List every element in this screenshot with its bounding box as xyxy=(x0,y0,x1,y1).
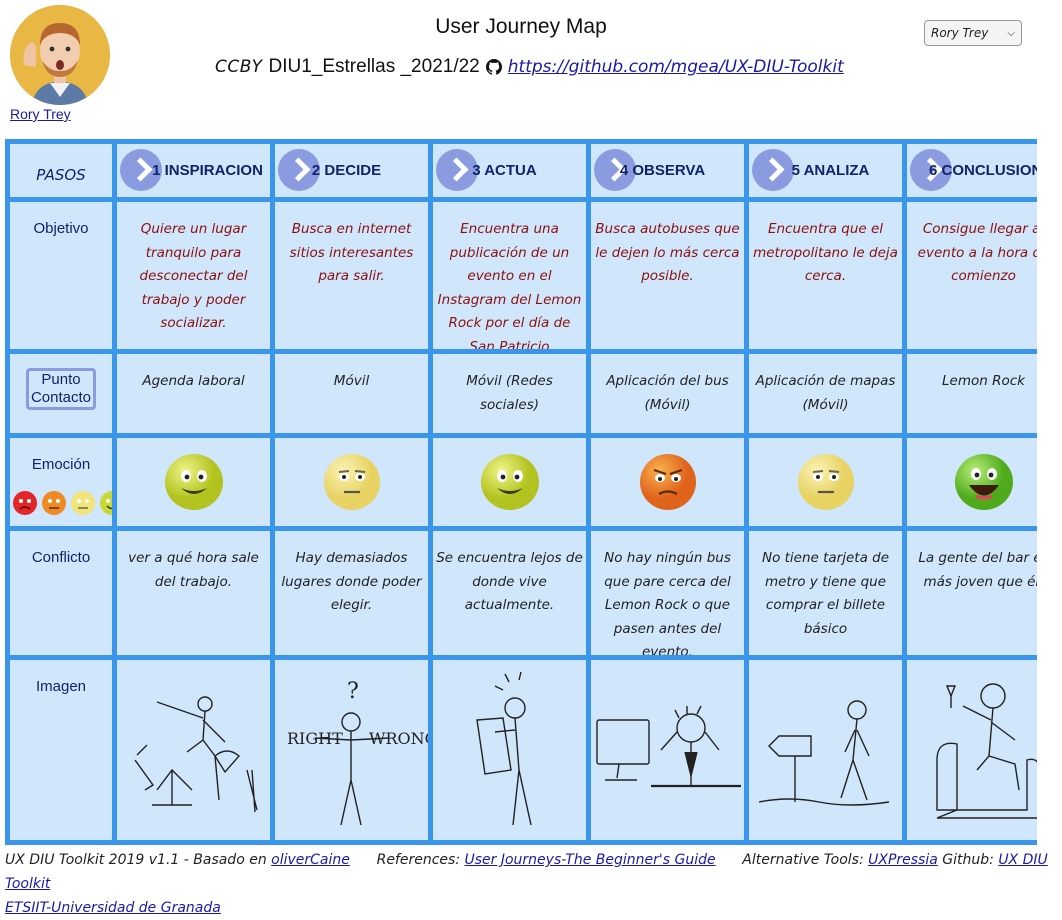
footer-org-link[interactable]: ETSIIT-Universidad de Granada xyxy=(5,900,221,916)
chevron-down-icon: ⌵ xyxy=(1007,27,1015,39)
row-header-steps: PASOS xyxy=(10,144,112,197)
happy-face-icon xyxy=(100,491,112,515)
stage-3-image xyxy=(433,660,586,840)
stage-5-emotion xyxy=(749,438,902,526)
project-subtitle: CCBY DIU1_Estrellas _2021/22 https://git… xyxy=(215,56,844,78)
very-happy-face-icon xyxy=(954,454,1013,510)
angry-face-icon xyxy=(13,491,37,515)
license-label: CCBY xyxy=(215,57,263,77)
sketch-man-pointing-image xyxy=(134,696,258,813)
neutral-face-icon xyxy=(71,491,95,515)
github-icon xyxy=(485,59,502,75)
stage-3-touchpoint: Móvil (Redes sociales) xyxy=(433,354,586,433)
stage-3-conflict: Se encuentra lejos de donde vive actualm… xyxy=(433,531,586,655)
stage-5-touchpoint: Aplicación de mapas (Móvil) xyxy=(749,354,902,433)
stage-1-emotion xyxy=(117,438,270,526)
persona-select-value: Rory Trey xyxy=(931,26,989,40)
stage-2-emotion xyxy=(275,438,428,526)
stage-4-image xyxy=(591,660,744,840)
stage-5-objective: Encuentra que el metropolitano le deja c… xyxy=(749,202,902,349)
annoyed-face-icon xyxy=(639,454,696,510)
row-header-touchpoint: Punto Contacto xyxy=(10,354,112,433)
stage-2-touchpoint: Móvil xyxy=(275,354,428,433)
journey-grid: PASOS Objetivo Punto Contacto Emoción Co… xyxy=(5,139,1037,845)
persona-name-link[interactable]: Rory Trey xyxy=(10,106,71,122)
svg-text:RIGHT: RIGHT xyxy=(287,729,343,748)
row-header-image: Imagen xyxy=(10,660,112,840)
stage-4-emotion xyxy=(591,438,744,526)
neutral-face-icon xyxy=(323,454,380,510)
stage-1-touchpoint: Agenda laboral xyxy=(117,354,270,433)
footer-references-link[interactable]: User Journeys-The Beginner's Guide xyxy=(465,852,716,868)
stage-6-touchpoint: Lemon Rock xyxy=(907,354,1037,433)
stage-5-conflict: No tiene tarjeta de metro y tiene que co… xyxy=(749,531,902,655)
touchpoint-label[interactable]: Punto Contacto xyxy=(26,368,96,410)
stage-2-objective: Busca en internet sitios interesantes pa… xyxy=(275,202,428,349)
emotion-label: Emoción xyxy=(31,456,91,473)
project-name: DIU1_Estrellas _2021/22 xyxy=(268,56,480,77)
footer-credit-link[interactable]: oliverCaine xyxy=(271,852,350,868)
stage-header-2[interactable]: 2 DECIDE xyxy=(275,144,428,197)
repo-link[interactable]: https://github.com/mgea/UX-DIU-Toolkit xyxy=(508,57,844,77)
row-header-emotion: Emoción xyxy=(10,438,112,526)
stage-6-emotion xyxy=(907,438,1037,526)
sketch-right-wrong-image: ? RIGHT WRONG xyxy=(287,679,428,826)
sketch-man-reading-image xyxy=(476,671,532,826)
stage-header-6[interactable]: 6 CONCLUSION xyxy=(907,144,1037,197)
stage-6-conflict: La gente del bar es más joven que él. xyxy=(907,531,1037,655)
persona-select[interactable]: Rory Trey ⌵ xyxy=(924,20,1022,46)
footer-credit: UX DIU Toolkit 2019 v1.1 - Basado en xyxy=(5,852,267,868)
stage-4-conflict: No hay ningún bus que pare cerca del Lem… xyxy=(591,531,744,655)
happy-face-icon xyxy=(164,454,223,510)
footer-references-label: References: xyxy=(376,852,461,868)
stage-5-image xyxy=(749,660,902,840)
svg-text:?: ? xyxy=(347,679,359,704)
footer-github-label: Github: xyxy=(942,852,994,868)
page-title: User Journey Map xyxy=(435,15,607,38)
stage-header-5[interactable]: 5 ANALIZA xyxy=(749,144,902,197)
annoyed-face-icon xyxy=(42,491,66,515)
stage-1-conflict: ver a qué hora sale del trabajo. xyxy=(117,531,270,655)
stage-1-objective: Quiere un lugar tranquilo para desconect… xyxy=(117,202,270,349)
row-header-objective: Objetivo xyxy=(10,202,112,349)
stage-6-objective: Consigue llegar al evento a la hora de c… xyxy=(907,202,1037,349)
sketch-man-armchair-image xyxy=(936,683,1037,819)
stage-header-3[interactable]: 3 ACTUA xyxy=(433,144,586,197)
footer-alt-tools-label: Alternative Tools: xyxy=(742,852,864,868)
stage-4-objective: Busca autobuses que le dejen lo más cerc… xyxy=(591,202,744,349)
svg-text:WRONG: WRONG xyxy=(369,729,428,748)
stage-6-image xyxy=(907,660,1037,840)
stage-1-image xyxy=(117,660,270,840)
footer-alt-tools-link[interactable]: UXPressia xyxy=(868,852,938,868)
stage-header-1[interactable]: 1 INSPIRACION xyxy=(117,144,270,197)
chevron-right-icon xyxy=(752,149,794,191)
sketch-man-stressed-image xyxy=(596,705,741,788)
stage-3-emotion xyxy=(433,438,586,526)
footer: UX DIU Toolkit 2019 v1.1 - Basado en oli… xyxy=(5,848,1055,920)
stage-2-conflict: Hay demasiados lugares donde poder elegi… xyxy=(275,531,428,655)
stage-4-touchpoint: Aplicación del bus (Móvil) xyxy=(591,354,744,433)
happy-face-icon xyxy=(480,454,539,510)
stage-header-4[interactable]: 4 OBSERVA xyxy=(591,144,744,197)
stage-3-objective: Encuentra una publicación de un evento e… xyxy=(433,202,586,349)
neutral-face-icon xyxy=(797,454,854,510)
sketch-man-walking-image xyxy=(758,700,890,806)
row-header-conflict: Conflicto xyxy=(10,531,112,655)
stage-2-image: ? RIGHT WRONG xyxy=(275,660,428,840)
